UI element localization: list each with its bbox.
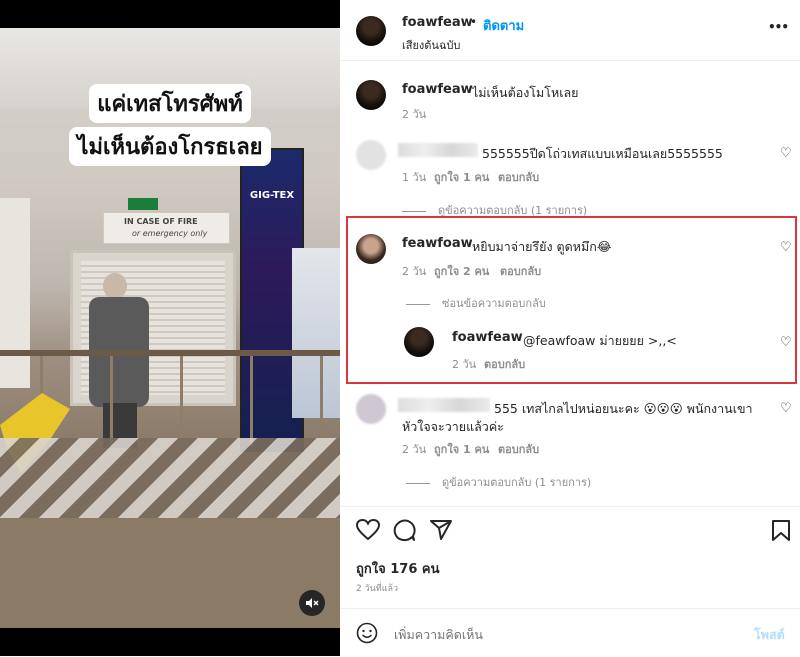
reply-avatar[interactable] <box>404 327 434 357</box>
comment-username[interactable]: feawfoaw <box>402 236 473 251</box>
comment-composer: โพสต์ <box>340 608 800 657</box>
reply-button[interactable]: ตอบกลับ <box>500 262 541 280</box>
reply-button[interactable]: ตอบกลับ <box>484 355 525 373</box>
floor <box>0 518 340 628</box>
reel-video[interactable]: IN CASE OF FIRE or emergency only GIG-TE… <box>0 0 340 656</box>
caption-username[interactable]: foawfeaw <box>402 82 473 97</box>
fire-sign-text: IN CASE OF FIRE <box>124 217 198 226</box>
view-replies-label: ดูข้อความตอบกลับ (1 รายการ) <box>438 204 588 217</box>
commenter-avatar-blurred[interactable] <box>356 394 386 424</box>
comment-heart-icon[interactable]: ♡ <box>780 147 792 160</box>
comment-icon[interactable] <box>393 519 416 542</box>
hide-replies-button[interactable]: ซ่อนข้อความตอบกลับ <box>406 294 546 312</box>
post-header: foawfeaw • ติดตาม เสียงต้นฉบับ ••• <box>340 0 800 61</box>
comment-likes[interactable]: ถูกใจ 1 คน <box>434 440 489 458</box>
reply-text: @feawfoaw ม่ายยยย >,,< <box>523 333 677 348</box>
caption-line-1: แค่เทสโทรศัพท์ <box>89 84 251 123</box>
post-comment-button[interactable]: โพสต์ <box>754 625 785 645</box>
comment-text: หยิบมาจ่ายรึยัง ตูดหมึก😂 <box>472 239 612 254</box>
commenter-username-blurred <box>398 398 490 412</box>
reply-username[interactable]: foawfeaw <box>452 330 523 345</box>
likes-count[interactable]: ถูกใจ 176 คน <box>356 558 439 579</box>
divider <box>340 506 800 507</box>
feawfoaw-avatar[interactable] <box>356 234 386 264</box>
comment-heart-icon[interactable]: ♡ <box>780 402 792 415</box>
hide-replies-label: ซ่อนข้อความตอบกลับ <box>442 297 546 310</box>
more-options-icon[interactable]: ••• <box>768 20 789 34</box>
caption-line-2: ไม่เห็นต้องโกรธเลย <box>69 127 271 166</box>
patterned-railing-panel <box>0 438 340 518</box>
reply-time: 2 วัน <box>452 358 477 371</box>
wall <box>0 198 30 388</box>
follow-button[interactable]: ติดตาม <box>483 15 524 36</box>
share-icon[interactable] <box>430 520 452 540</box>
post-panel: foawfeaw • ติดตาม เสียงต้นฉบับ ••• foawf… <box>340 0 800 656</box>
comment-likes[interactable]: ถูกใจ 1 คน <box>434 168 489 186</box>
post-date: 2 วันที่แล้ว <box>356 584 399 594</box>
author-username[interactable]: foawfeaw <box>402 15 473 30</box>
video-caption: แค่เทสโทรศัพท์ ไม่เห็นต้องโกรธเลย <box>60 82 280 168</box>
commenter-avatar-blurred[interactable] <box>356 140 386 170</box>
app-window: IN CASE OF FIRE or emergency only GIG-TE… <box>0 0 800 656</box>
view-replies-button[interactable]: ดูข้อความตอบกลับ (1 รายการ) <box>406 473 591 491</box>
audio-label[interactable]: เสียงต้นฉบับ <box>402 36 460 54</box>
comment-input[interactable] <box>392 623 716 645</box>
caption-avatar[interactable] <box>356 80 386 110</box>
reply-button[interactable]: ตอบกลับ <box>498 168 539 186</box>
like-heart-icon[interactable] <box>356 519 380 541</box>
caption-text: ไม่เห็นต้องโมโหเลย <box>472 85 579 100</box>
exit-sign <box>128 198 158 210</box>
comment-heart-icon[interactable]: ♡ <box>780 336 792 349</box>
emoji-icon[interactable] <box>356 622 378 644</box>
ad-panel <box>292 248 340 418</box>
fire-sign: IN CASE OF FIRE or emergency only <box>103 212 230 244</box>
person-figure <box>85 273 155 448</box>
comment-time: 2 วัน <box>402 443 427 456</box>
comment-text-line-2: หัวใจจะวายแล้วค่ะ <box>402 419 504 434</box>
separator-dot: • <box>470 15 478 29</box>
author-avatar[interactable] <box>356 16 386 46</box>
commenter-username-blurred <box>398 143 478 157</box>
fire-sign-subtext: or emergency only <box>132 229 208 238</box>
view-replies-label: ดูข้อความตอบกลับ (1 รายการ) <box>442 476 592 489</box>
kiosk-text: GIG-TEX <box>249 190 295 201</box>
comment-text-line-1: 555 เทสไกลไปหน่อยนะคะ 😮😮😮 พนักงานเขา <box>494 401 753 416</box>
view-replies-button[interactable]: ดูข้อความตอบกลับ (1 รายการ) <box>402 201 587 219</box>
mute-icon[interactable] <box>299 590 325 616</box>
comment-likes[interactable]: ถูกใจ 2 คน <box>434 262 489 280</box>
save-bookmark-icon[interactable] <box>772 520 790 541</box>
comment-text: 555555ปีดโถ่วเทสแบบเหมือนเลย5555555 <box>482 146 723 161</box>
comment-time: 1 วัน <box>402 171 427 184</box>
railing <box>0 350 340 356</box>
reply-button[interactable]: ตอบกลับ <box>498 440 539 458</box>
comment-heart-icon[interactable]: ♡ <box>780 241 792 254</box>
comment-time: 2 วัน <box>402 265 427 278</box>
caption-time: 2 วัน <box>402 108 427 121</box>
